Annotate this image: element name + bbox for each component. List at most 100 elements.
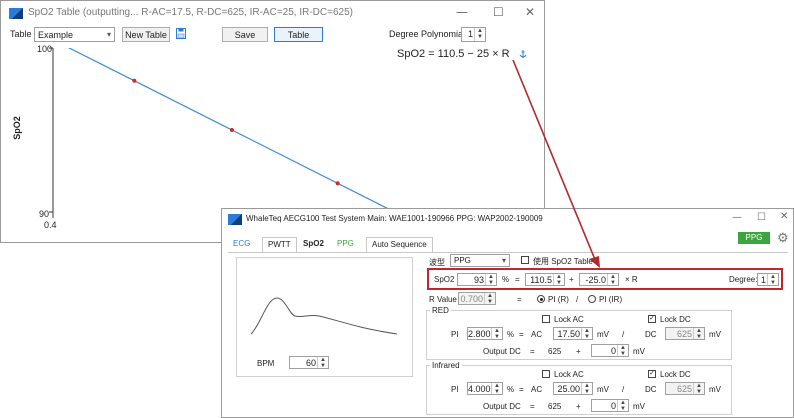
r-equals-label: = bbox=[517, 295, 522, 304]
spinner-icon[interactable]: ▲ ▼ bbox=[491, 328, 502, 340]
spinner-icon[interactable]: ▲ ▼ bbox=[474, 28, 485, 41]
red-output-dc-input[interactable]: 0 ▲ ▼ bbox=[591, 344, 629, 357]
degree-polynomial-label: Degree Polynomial: bbox=[389, 29, 468, 39]
slash-label: / bbox=[576, 295, 579, 304]
ir-slash: / bbox=[622, 385, 625, 394]
bpm-input[interactable]: 60 ▲ ▼ bbox=[289, 356, 329, 369]
window-title: WhaleTeq AECG100 Test System Main: WAE10… bbox=[246, 214, 543, 223]
spinner-icon: ▲ ▼ bbox=[693, 383, 704, 395]
tab-ecg[interactable]: ECG bbox=[228, 237, 256, 251]
y-tick-label: 100 bbox=[37, 44, 53, 54]
save-button[interactable]: Save bbox=[222, 27, 268, 42]
maximize-icon[interactable]: ☐ bbox=[493, 5, 504, 19]
ir-output-dc-value: 0 bbox=[610, 401, 616, 411]
degree-label: Degree: bbox=[729, 275, 758, 284]
red-ac-value: 17.50 bbox=[557, 329, 580, 339]
ir-eq-label: = bbox=[519, 385, 524, 394]
ir-output-dc-input[interactable]: 0 ▲ ▼ bbox=[591, 399, 629, 412]
r-value-input: 0.700 ▲ ▼ bbox=[458, 292, 496, 305]
red-pi-label: PI bbox=[451, 330, 459, 339]
table-select[interactable]: Example ▾ bbox=[34, 27, 115, 42]
bpm-label: BPM bbox=[257, 359, 275, 368]
ir-lock-dc-label: Lock DC bbox=[660, 370, 691, 379]
tab-auto-sequence[interactable]: Auto Sequence bbox=[366, 237, 433, 252]
red-lock-ac-checkbox[interactable] bbox=[542, 315, 550, 323]
red-ac-label: AC bbox=[531, 330, 543, 339]
close-icon[interactable]: ✕ bbox=[525, 5, 535, 19]
ir-dc-label: DC bbox=[645, 385, 657, 394]
use-table-checkbox[interactable] bbox=[521, 256, 529, 264]
coefficient-b-input[interactable]: -25.0 ▲ ▼ bbox=[579, 273, 619, 286]
data-point bbox=[132, 78, 137, 83]
spinner-icon[interactable]: ▲ ▼ bbox=[617, 400, 628, 412]
red-output-base: 625 bbox=[548, 347, 562, 356]
red-pi-input[interactable]: 2.800 ▲ ▼ bbox=[467, 327, 503, 340]
equation-label: SpO2 = 110.5 − 25 × R bbox=[397, 48, 510, 60]
minimize-icon[interactable]: — bbox=[456, 5, 468, 19]
red-output-dc-label: Output DC bbox=[483, 347, 521, 356]
spinner-icon[interactable]: ▲ ▼ bbox=[607, 274, 618, 286]
red-ac-input[interactable]: 17.50 ▲ ▼ bbox=[553, 327, 593, 340]
ir-pi-label: PI bbox=[451, 385, 459, 394]
spo2-table-window: SpO2 Table (outputting... R-AC=17.5, R-D… bbox=[0, 0, 545, 243]
ir-output-eq: = bbox=[530, 402, 535, 411]
degree-input[interactable]: 1 ▲ ▼ bbox=[757, 273, 779, 286]
spinner-icon[interactable]: ▲ ▼ bbox=[617, 345, 628, 357]
close-icon[interactable]: ✕ bbox=[780, 211, 788, 222]
title-bar: SpO2 Table (outputting... R-AC=17.5, R-D… bbox=[1, 1, 544, 25]
plus-label: + bbox=[569, 275, 574, 284]
maximize-icon[interactable]: ☐ bbox=[757, 212, 766, 223]
coefficient-b: -25.0 bbox=[585, 275, 606, 285]
r-value: 0.700 bbox=[460, 294, 483, 304]
red-output-plus: + bbox=[576, 347, 581, 356]
red-output-eq: = bbox=[530, 347, 535, 356]
pi-ir-radio[interactable] bbox=[588, 295, 596, 303]
data-point bbox=[335, 181, 340, 186]
ir-ac-input[interactable]: 25.00 ▲ ▼ bbox=[553, 382, 593, 395]
pi-r-radio[interactable] bbox=[537, 295, 545, 303]
ir-ac-value: 25.00 bbox=[557, 384, 580, 394]
ppg-waveform-preview bbox=[250, 297, 398, 335]
table-button[interactable]: Table bbox=[274, 27, 323, 42]
red-output-unit: mV bbox=[633, 347, 645, 356]
ir-lock-ac-checkbox[interactable] bbox=[542, 370, 550, 378]
ir-lock-dc-checkbox[interactable]: ✓ bbox=[648, 370, 656, 378]
degree-polynomial-value: 1 bbox=[467, 29, 473, 39]
spinner-icon[interactable]: ▲ ▼ bbox=[485, 274, 496, 286]
tab-ppg[interactable]: PPG bbox=[332, 237, 359, 251]
ir-dc-value: 625 bbox=[676, 384, 692, 394]
minimize-icon[interactable]: — bbox=[732, 212, 742, 223]
spo2-value-input[interactable]: 93 ▲ ▼ bbox=[457, 273, 497, 286]
red-lock-dc-label: Lock DC bbox=[660, 315, 691, 324]
toolbar: Table Example ▾ New Table Save Table Deg… bbox=[1, 25, 544, 45]
whaleteq-window: WhaleTeq AECG100 Test System Main: WAE10… bbox=[221, 208, 794, 418]
spinner-icon[interactable]: ▲ ▼ bbox=[767, 274, 778, 286]
spinner-icon[interactable]: ▲ ▼ bbox=[553, 274, 564, 286]
coefficient-a-input[interactable]: 110.5 ▲ ▼ bbox=[525, 273, 565, 286]
ir-pct-label: % bbox=[507, 385, 515, 394]
spinner-icon[interactable]: ▲ ▼ bbox=[581, 328, 592, 340]
spinner-icon[interactable]: ▲ ▼ bbox=[581, 383, 592, 395]
ir-pi-input[interactable]: 4.000 ▲ ▼ bbox=[467, 382, 503, 395]
ir-output-base: 625 bbox=[548, 402, 562, 411]
spinner-icon: ▲ ▼ bbox=[484, 293, 495, 305]
tab-pwtt[interactable]: PWTT bbox=[262, 237, 297, 252]
type-select[interactable]: PPG ▾ bbox=[450, 254, 510, 267]
tab-strip: ECG PWTT SpO2 PPG Auto Sequence bbox=[228, 237, 788, 253]
ir-dc-unit: mV bbox=[709, 385, 721, 394]
red-dc-unit: mV bbox=[709, 330, 721, 339]
red-lock-dc-checkbox[interactable]: ✓ bbox=[648, 315, 656, 323]
save-disk-icon[interactable] bbox=[176, 28, 186, 39]
times-r-label: × R bbox=[625, 275, 638, 284]
red-dc-value: 625 bbox=[676, 329, 692, 339]
spinner-icon: ▲ ▼ bbox=[693, 328, 704, 340]
red-pct-label: % bbox=[507, 330, 515, 339]
degree-polynomial-input[interactable]: 1 ▲ ▼ bbox=[461, 27, 486, 42]
red-pi-value: 2.800 bbox=[468, 329, 491, 339]
ir-output-unit: mV bbox=[633, 402, 645, 411]
new-table-button[interactable]: New Table bbox=[122, 27, 170, 42]
tab-spo2[interactable]: SpO2 bbox=[298, 237, 329, 251]
spinner-icon[interactable]: ▲ ▼ bbox=[317, 357, 328, 369]
spinner-icon[interactable]: ▲ ▼ bbox=[491, 383, 502, 395]
red-dc-input: 625 ▲ ▼ bbox=[665, 327, 705, 340]
